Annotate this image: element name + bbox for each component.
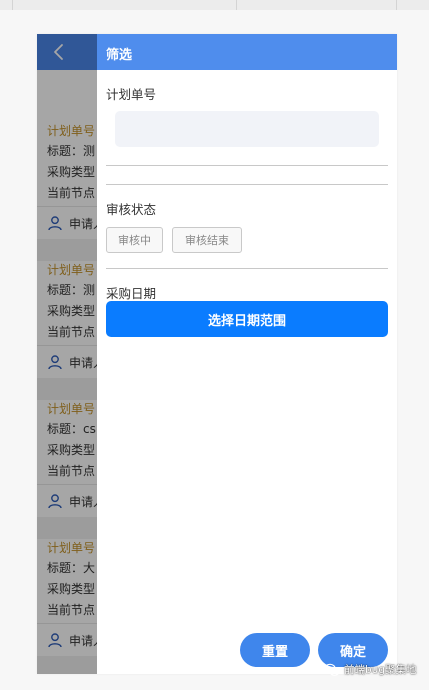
drawer-header: 筛选 xyxy=(97,34,397,70)
top-strip xyxy=(0,0,429,10)
section-divider xyxy=(106,184,388,185)
section-divider xyxy=(106,165,388,166)
phone-screen: 计划单号 标题：测 采购类型 当前节点 申请人 计划单号 标题：测 采购类型 当… xyxy=(37,34,397,674)
purchase-date-label: 采购日期 xyxy=(106,286,157,301)
plan-no-input[interactable] xyxy=(115,111,379,147)
top-strip-tick xyxy=(12,0,13,10)
review-status-label: 审核状态 xyxy=(106,202,157,217)
watermark: 前端bug聚集地 xyxy=(324,662,417,677)
plan-no-label: 计划单号 xyxy=(106,87,157,102)
select-date-range-button[interactable]: 选择日期范围 xyxy=(106,301,388,337)
wechat-icon xyxy=(324,663,340,676)
drawer-title: 筛选 xyxy=(106,48,133,63)
top-strip-tick xyxy=(236,0,237,10)
filter-drawer: 筛选 计划单号 审核状态 审核中 审核结束 采购日期 选择日期范围 重置 确定 xyxy=(97,34,397,674)
reset-button[interactable]: 重置 xyxy=(240,633,310,667)
watermark-text: 前端bug聚集地 xyxy=(344,664,417,676)
top-strip-tick xyxy=(396,0,397,10)
status-option-reviewing[interactable]: 审核中 xyxy=(106,227,163,253)
status-option-review-finished[interactable]: 审核结束 xyxy=(172,227,242,253)
section-divider xyxy=(106,268,388,269)
